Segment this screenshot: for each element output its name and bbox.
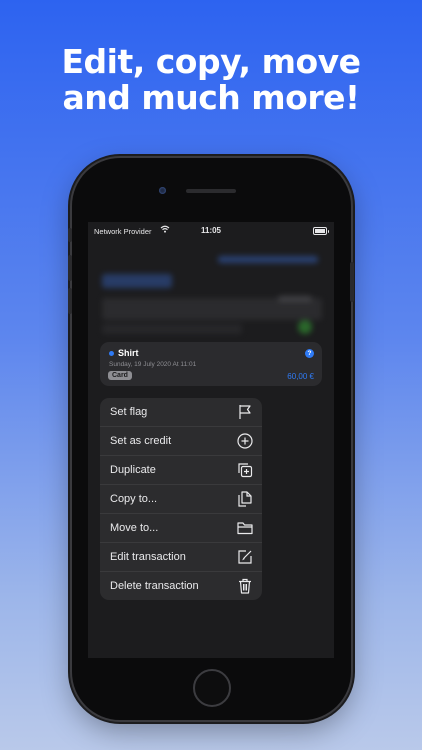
menu-item-label: Set as credit — [110, 435, 172, 447]
menu-item-set-flag[interactable]: Set flag — [100, 398, 262, 427]
menu-item-edit-transaction[interactable]: Edit transaction — [100, 543, 262, 572]
menu-item-label: Copy to... — [110, 493, 158, 505]
transaction-amount: 60,00 € — [287, 372, 314, 381]
earpiece-speaker — [186, 189, 236, 193]
headline-line-1: Edit, copy, move — [61, 42, 361, 81]
info-icon[interactable]: ? — [305, 349, 314, 358]
folder-icon — [236, 519, 254, 537]
power-button — [350, 262, 354, 302]
menu-item-move-to[interactable]: Move to... — [100, 514, 262, 543]
flag-icon — [236, 403, 254, 421]
battery-icon — [313, 227, 329, 235]
blurred-background-list — [88, 240, 334, 350]
menu-item-label: Duplicate — [110, 464, 156, 476]
mute-switch — [68, 228, 72, 242]
promo-headline: Edit, copy, move and much more! — [0, 44, 422, 116]
plus-circle-icon — [236, 432, 254, 450]
trash-icon — [236, 577, 254, 595]
status-time: 11:05 — [200, 226, 222, 235]
payment-method-tag: Card — [108, 371, 132, 380]
copy-docs-icon — [236, 490, 254, 508]
menu-item-label: Set flag — [110, 406, 148, 418]
home-button[interactable] — [193, 669, 231, 707]
menu-item-delete-transaction[interactable]: Delete transaction — [100, 572, 262, 600]
volume-up-button — [68, 255, 72, 281]
status-bar: Network Provider 11:05 — [88, 222, 334, 240]
menu-item-copy-to[interactable]: Copy to... — [100, 485, 262, 514]
front-camera — [159, 187, 166, 194]
menu-item-duplicate[interactable]: Duplicate — [100, 456, 262, 485]
menu-item-label: Move to... — [110, 522, 159, 534]
phone-screen: Network Provider 11:05 Shirt Sunday, 19 … — [88, 222, 334, 658]
headline-line-2: and much more! — [62, 78, 360, 117]
menu-item-set-as-credit[interactable]: Set as credit — [100, 427, 262, 456]
edit-icon — [236, 548, 254, 566]
transaction-date: Sunday, 19 July 2020 At 11:01 — [109, 361, 197, 368]
volume-down-button — [68, 288, 72, 314]
duplicate-icon — [236, 461, 254, 479]
context-menu: Set flag Set as credit Duplicate Copy to… — [100, 398, 262, 600]
category-dot — [109, 351, 114, 356]
menu-item-label: Delete transaction — [110, 580, 199, 592]
transaction-title: Shirt — [118, 348, 139, 358]
menu-item-label: Edit transaction — [110, 551, 186, 563]
transaction-card[interactable]: Shirt Sunday, 19 July 2020 At 11:01 Card… — [100, 342, 322, 386]
